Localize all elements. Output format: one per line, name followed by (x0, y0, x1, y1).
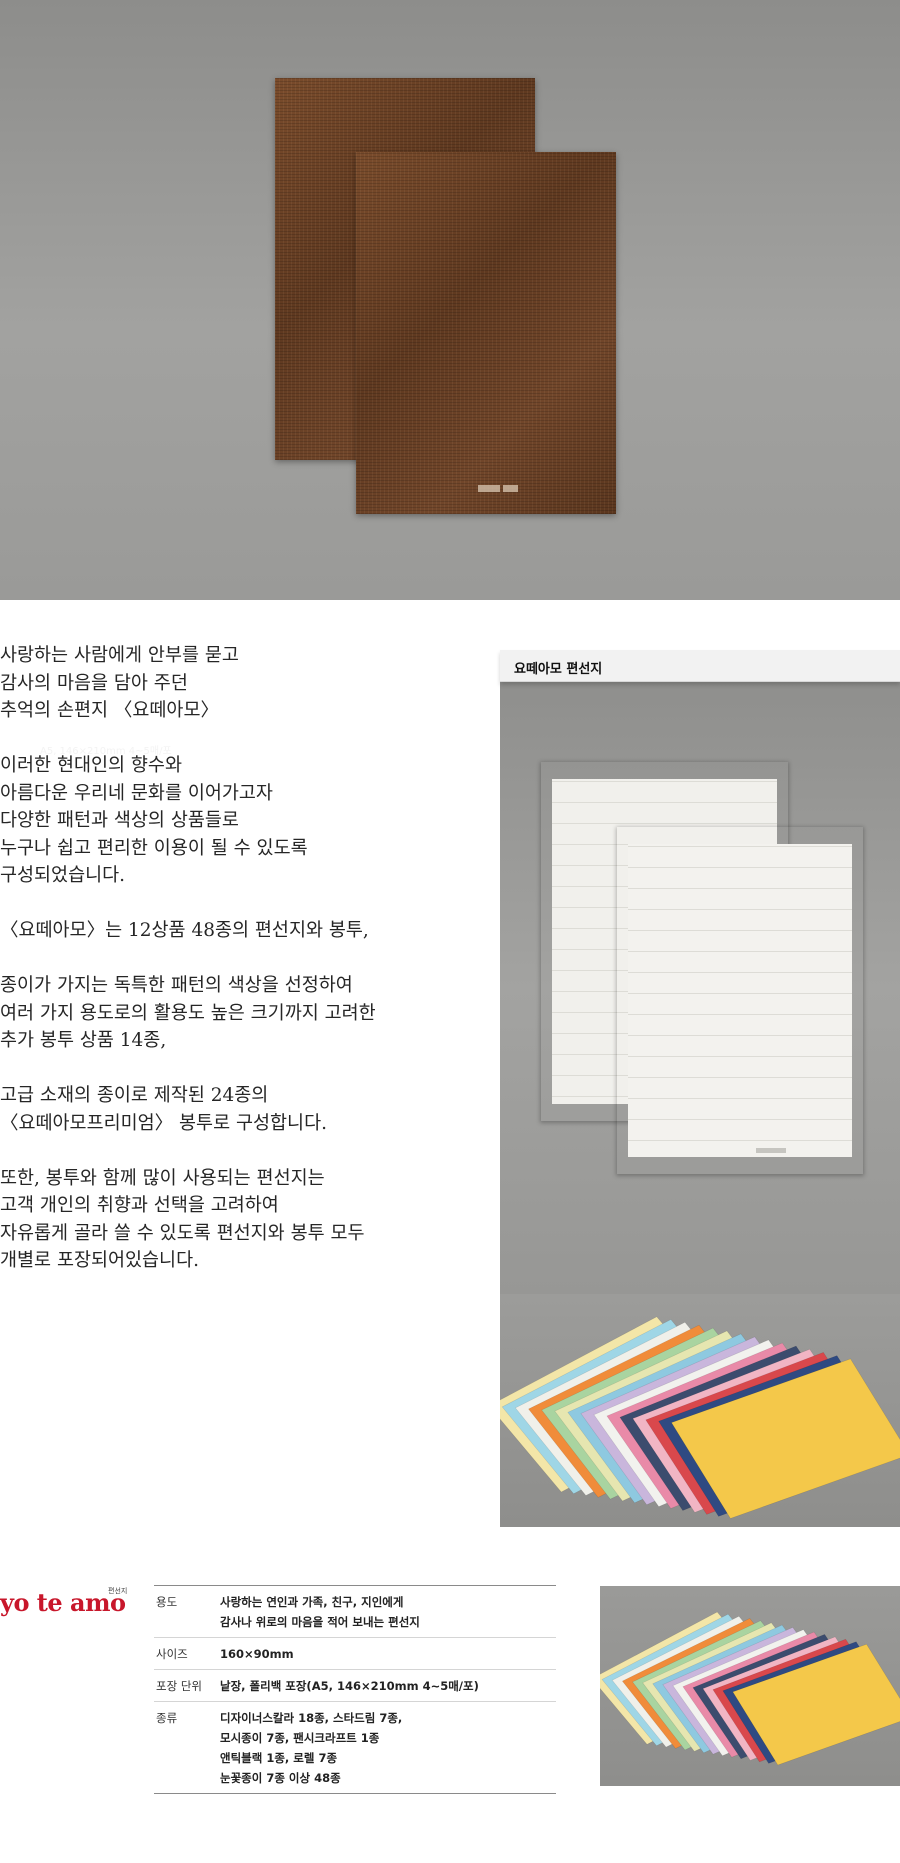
description-line: 종이가 가지는 독특한 패턴의 색상을 선정하여 (0, 975, 353, 996)
spec-key: 포장 단위 (156, 1679, 202, 1693)
color-fan-thumbnail (600, 1586, 900, 1786)
product-description: 사랑하는 사람에게 안부를 묻고감사의 마음을 담아 주던추억의 손편지 〈요떼… (0, 642, 480, 1302)
spec-value-line: 눈꽃종이 7종 이상 48종 (220, 1771, 341, 1785)
description-line: 〈요떼아모프리미엄〉 봉투로 구성합니다. (0, 1112, 327, 1134)
description-line: 누구나 쉽고 편리한 이용이 될 수 있도록 (0, 837, 308, 859)
kraft-letter-sheet-front (356, 152, 616, 514)
description-paragraph: 종이가 가지는 독특한 패턴의 색상을 선정하여여러 가지 용도로의 활용도 높… (0, 972, 480, 1055)
description-line: 여러 가지 용도로의 활용도 높은 크기까지 고려한 (0, 1002, 376, 1024)
description-line: 구성되었습니다. (0, 865, 126, 886)
brand-logo-subtitle: 편선지 (108, 1587, 128, 1595)
spec-row: 사이즈 160×90mm (154, 1638, 556, 1670)
spec-value-line: 앤틱블랙 1종, 로렐 7종 (220, 1751, 338, 1765)
description-paragraph: 이러한 현대인의 향수와아름다운 우리네 문화를 이어가고자다양한 패턴과 색상… (0, 752, 480, 890)
brand-logo-text: yo te amo (0, 1588, 126, 1617)
spec-table: 용도 사랑하는 연인과 가족, 친구, 지인에게감사나 위로의 마음을 적어 보내… (154, 1585, 556, 1794)
white-letter-sheet-front (616, 826, 864, 1175)
spec-value: 사랑하는 연인과 가족, 친구, 지인에게감사나 위로의 마음을 적어 보내는 … (220, 1592, 556, 1632)
spec-value-line: 160×90mm (220, 1647, 294, 1661)
spec-row: 용도 사랑하는 연인과 가족, 친구, 지인에게감사나 위로의 마음을 적어 보내… (154, 1586, 556, 1638)
description-line: 사랑하는 사람에게 안부를 묻고 (0, 645, 239, 666)
description-line: 추가 봉투 상품 14종, (0, 1030, 167, 1051)
color-fan-sheets (500, 1316, 900, 1519)
spec-row: 종류 디자이너스칼라 18종, 스타드림 7종, 모시종이 7종, 팬시크라프트 1… (154, 1702, 556, 1793)
description-paragraph: 〈요떼아모〉는 12상품 48종의 편선지와 봉투, (0, 917, 480, 945)
spec-value-line: 낱장, 폴리백 포장(A5, 146×210mm 4~5매/포) (220, 1679, 479, 1693)
description-paragraph: 사랑하는 사람에게 안부를 묻고감사의 마음을 담아 주던추억의 손편지 〈요떼… (0, 642, 480, 725)
sheet-size-label: A5, 146×210mm 4~5매/포 (40, 746, 172, 757)
description-line: 다양한 패턴과 색상의 상품들로 (0, 810, 239, 831)
spec-value-line: 사랑하는 연인과 가족, 친구, 지인에게 (220, 1595, 404, 1609)
spec-value-line: 디자이너스칼라 18종, 스타드림 7종, (220, 1711, 403, 1725)
description-paragraph: 또한, 봉투와 함께 많이 사용되는 편선지는고객 개인의 취향과 선택을 고려… (0, 1165, 480, 1275)
color-fan-sheets (600, 1611, 900, 1766)
sheet-logo-mark (756, 1148, 786, 1153)
brand-logo: yo te amo 편선지 (0, 1586, 140, 1626)
panel-title: 요떼아모 편선지 (514, 662, 603, 677)
description-line: 고급 소재의 종이로 제작된 24종의 (0, 1085, 269, 1106)
spec-value-line: 감사나 위로의 마음을 적어 보내는 편선지 (220, 1615, 420, 1629)
panel-header: 요떼아모 편선지 (500, 650, 900, 682)
description-line: 고객 개인의 취향과 선택을 고려하여 (0, 1195, 279, 1216)
spec-key: 종류 (156, 1711, 178, 1725)
spec-value: 낱장, 폴리백 포장(A5, 146×210mm 4~5매/포) (220, 1676, 556, 1696)
description-line: 〈요떼아모〉는 12상품 48종의 편선지와 봉투, (0, 920, 369, 941)
description-line: 이러한 현대인의 향수와 (0, 755, 182, 776)
description-line: 또한, 봉투와 함께 많이 사용되는 편선지는 (0, 1167, 325, 1189)
spec-key: 사이즈 (156, 1647, 188, 1661)
description-line: 아름다운 우리네 문화를 이어가고자 (0, 782, 273, 804)
description-paragraph: 고급 소재의 종이로 제작된 24종의 〈요떼아모프리미엄〉 봉투로 구성합니다. (0, 1082, 480, 1137)
spec-value: 160×90mm (220, 1644, 556, 1664)
spec-value: 디자이너스칼라 18종, 스타드림 7종, 모시종이 7종, 팬시크라프트 1종앤… (220, 1708, 556, 1788)
spec-key: 용도 (156, 1595, 178, 1609)
description-line: 추억의 손편지 〈요떼아모〉 (0, 700, 219, 721)
description-line: 감사의 마음을 담아 주던 (0, 672, 188, 694)
hero-photo (0, 0, 900, 600)
sheet-logo-mark (478, 485, 518, 492)
description-line: 자유롭게 골라 쓸 수 있도록 편선지와 봉투 모두 (0, 1222, 365, 1244)
spec-row: 포장 단위 낱장, 폴리백 포장(A5, 146×210mm 4~5매/포) (154, 1670, 556, 1702)
description-line: 개별로 포장되어있습니다. (0, 1250, 199, 1271)
color-fan-photo (500, 1294, 900, 1527)
spec-value-line: 모시종이 7종, 팬시크라프트 1종 (220, 1731, 380, 1745)
